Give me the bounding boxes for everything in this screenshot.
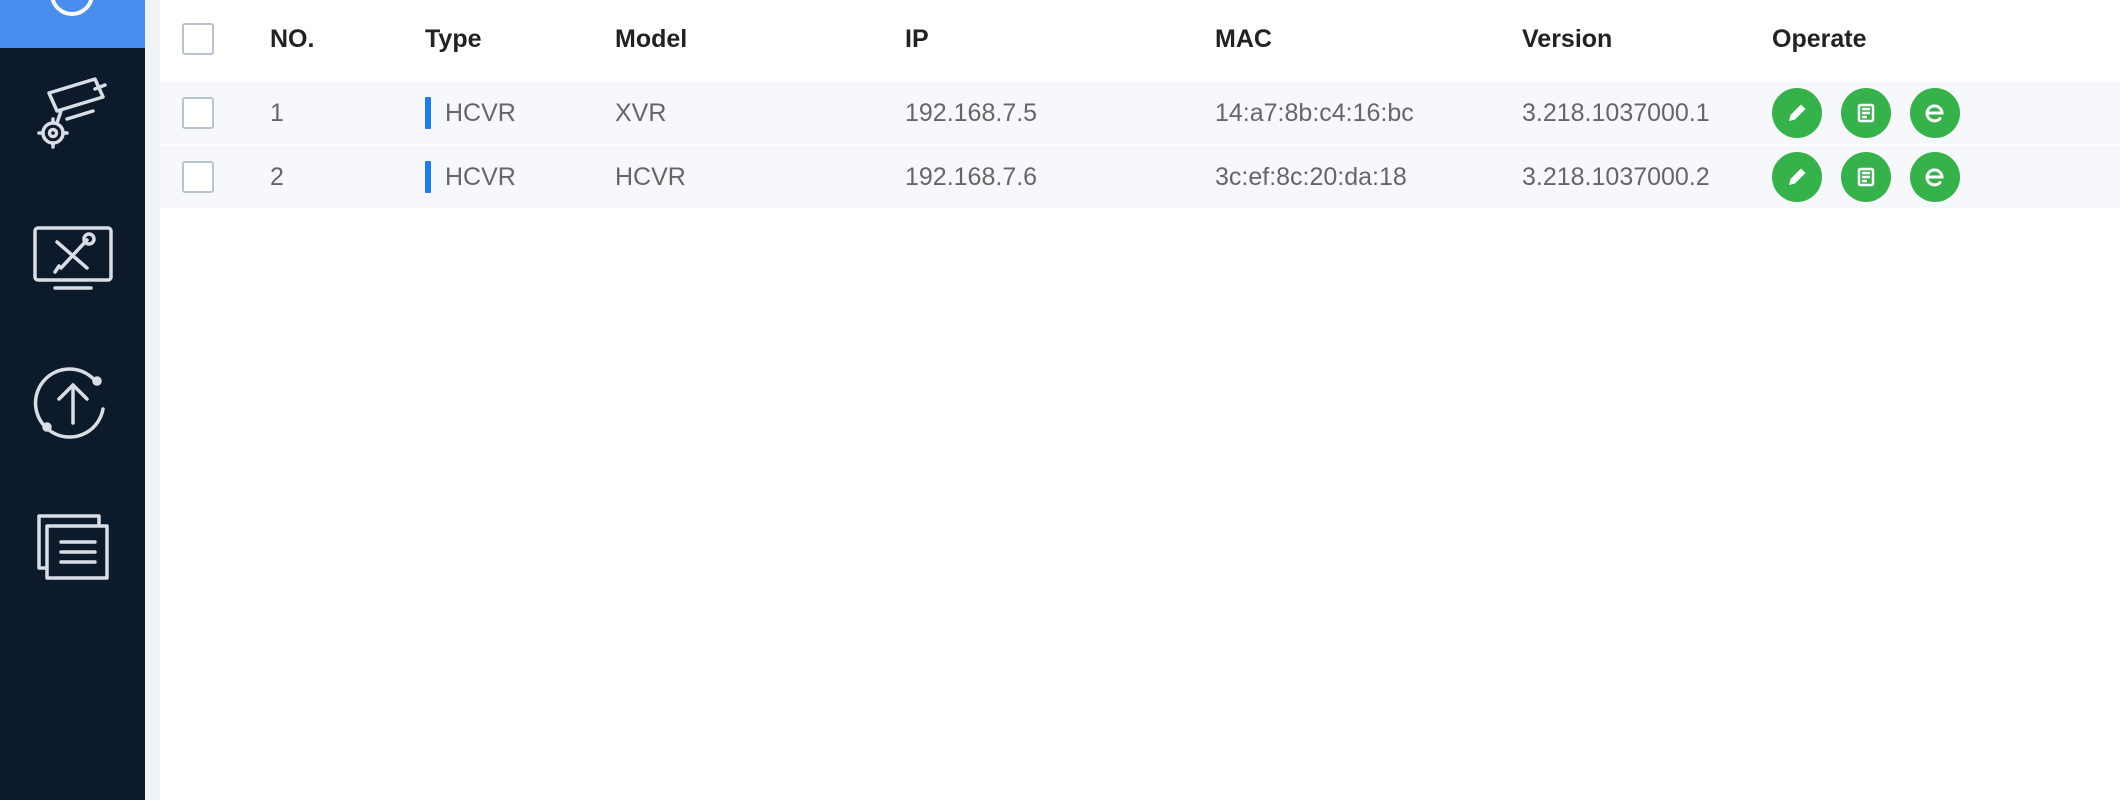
sidebar-item-active[interactable] xyxy=(0,0,145,48)
type-marker xyxy=(425,161,431,193)
config-icon xyxy=(1857,103,1875,123)
sidebar-item-windows[interactable] xyxy=(0,493,145,603)
column-header-model: Model xyxy=(615,24,688,53)
web-button[interactable] xyxy=(1910,88,1960,138)
sidebar xyxy=(0,0,145,800)
edit-icon xyxy=(1789,104,1806,121)
column-header-ip: IP xyxy=(905,24,929,53)
row-ip: 192.168.7.5 xyxy=(905,98,1038,127)
settings-ring-icon xyxy=(50,0,94,16)
column-header-no: NO. xyxy=(270,24,315,53)
row-mac: 14:a7:8b:c4:16:bc xyxy=(1215,98,1414,127)
sidebar-item-camera-settings[interactable] xyxy=(0,58,145,168)
row-model: XVR xyxy=(615,98,667,127)
type-marker xyxy=(425,97,431,129)
row-ip: 192.168.7.6 xyxy=(905,162,1038,191)
row-type-label: HCVR xyxy=(445,162,516,191)
column-header-type: Type xyxy=(425,24,482,53)
table-row[interactable]: 1 HCVR XVR 192.168.7.5 14:a7:8b:c4:16:bc… xyxy=(160,82,2120,144)
row-no: 1 xyxy=(270,98,284,127)
table-header: NO. Type Model IP MAC Version Operate xyxy=(160,0,2120,78)
windows-list-icon xyxy=(36,514,109,580)
config-button[interactable] xyxy=(1841,152,1891,202)
edit-button[interactable] xyxy=(1772,88,1822,138)
camera-settings-icon xyxy=(36,77,107,149)
row-operate xyxy=(1772,146,1979,208)
row-mac: 3c:ef:8c:20:da:18 xyxy=(1215,162,1407,191)
row-operate xyxy=(1772,82,1979,144)
table-row[interactable]: 2 HCVR HCVR 192.168.7.6 3c:ef:8c:20:da:1… xyxy=(160,146,2120,208)
row-type-label: HCVR xyxy=(445,98,516,127)
web-button[interactable] xyxy=(1910,152,1960,202)
device-maintenance-icon xyxy=(32,226,113,290)
column-header-operate: Operate xyxy=(1772,24,1867,53)
row-checkbox[interactable] xyxy=(182,161,214,193)
config-button[interactable] xyxy=(1841,88,1891,138)
edit-icon xyxy=(1789,168,1806,185)
row-checkbox[interactable] xyxy=(182,97,214,129)
column-header-version: Version xyxy=(1522,24,1613,53)
row-model: HCVR xyxy=(615,162,686,191)
select-all-checkbox[interactable] xyxy=(182,23,214,55)
column-header-mac: MAC xyxy=(1215,24,1272,53)
row-type: HCVR xyxy=(425,146,516,208)
row-type: HCVR xyxy=(425,82,516,144)
web-browser-icon xyxy=(1925,168,1944,187)
row-no: 2 xyxy=(270,162,284,191)
sidebar-item-maintenance[interactable] xyxy=(0,205,145,315)
edit-button[interactable] xyxy=(1772,152,1822,202)
row-version: 3.218.1037000.1 xyxy=(1522,98,1710,127)
device-table: NO. Type Model IP MAC Version Operate 1 … xyxy=(160,0,2120,800)
web-browser-icon xyxy=(1925,104,1944,123)
row-version: 3.218.1037000.2 xyxy=(1522,162,1710,191)
config-icon xyxy=(1857,167,1875,187)
sidebar-item-upgrade[interactable] xyxy=(0,348,145,458)
upgrade-icon xyxy=(33,367,105,439)
